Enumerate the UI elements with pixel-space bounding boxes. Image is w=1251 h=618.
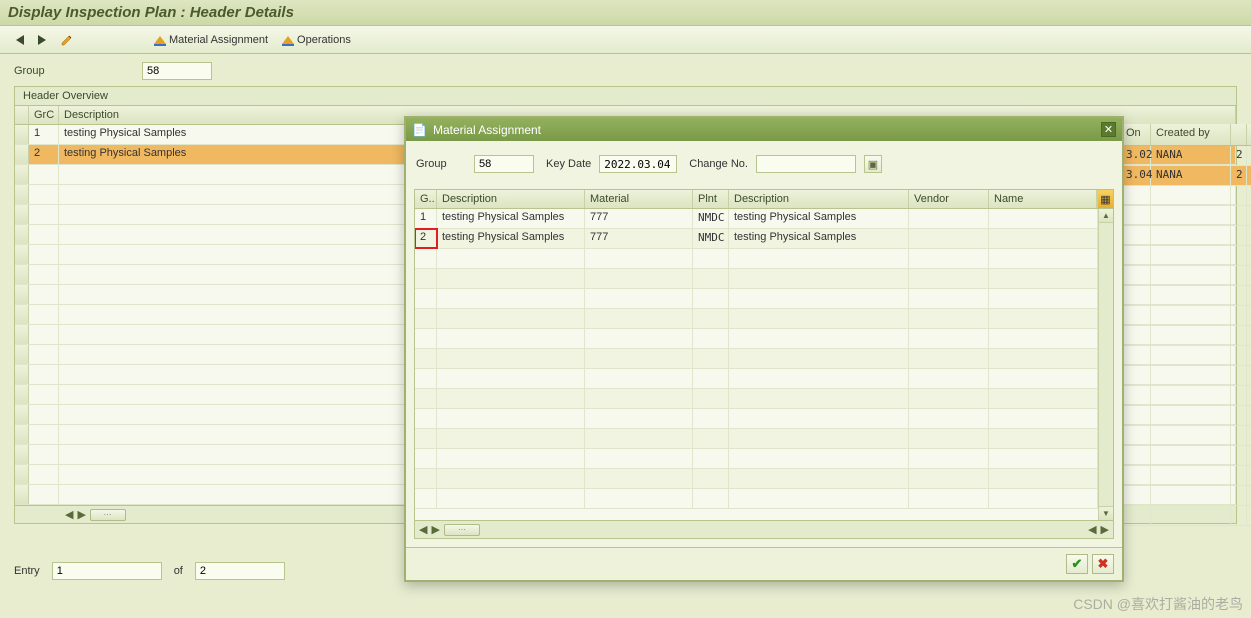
dlg-change-label: Change No. (689, 158, 748, 170)
scroll-up-icon[interactable]: ▲ (1099, 209, 1113, 223)
dlg-keydate-label: Key Date (546, 158, 591, 170)
material-assignment-dialog: 📄 Material Assignment ✕ Group Key Date C… (404, 116, 1124, 582)
watermark: CSDN @喜欢打酱油的老鸟 (1073, 594, 1243, 614)
dcol-material[interactable]: Material (585, 190, 693, 208)
col-grc[interactable]: GrC (29, 106, 59, 124)
scroll-left-icon[interactable]: ◀ (65, 508, 73, 521)
dlg-scroll-right-icon[interactable]: ▶ (431, 523, 439, 536)
material-assignment-button[interactable]: Material Assignment (150, 32, 272, 48)
dlg-scroll-left2-icon[interactable]: ◀ (1088, 523, 1096, 536)
operations-label: Operations (297, 34, 351, 46)
next-button[interactable] (34, 33, 50, 47)
dlg-change-input[interactable] (756, 155, 856, 173)
dialog-v-scrollbar[interactable]: ▲ ▼ (1098, 209, 1113, 520)
group-label: Group (14, 65, 134, 77)
edit-button[interactable] (56, 31, 78, 49)
dialog-table-row[interactable] (415, 289, 1113, 309)
dialog-cancel-button[interactable]: ✖ (1092, 554, 1114, 574)
scroll-down-icon[interactable]: ▼ (1099, 506, 1113, 520)
pencil-icon (60, 33, 74, 47)
material-assignment-icon (154, 36, 166, 44)
dialog-table-row[interactable] (415, 449, 1113, 469)
dialog-ok-button[interactable]: ✔ (1066, 554, 1088, 574)
entry-to-input[interactable] (195, 562, 285, 580)
dialog-grid: G.. Description Material Plnt Descriptio… (414, 189, 1114, 539)
entry-label: Entry (14, 565, 40, 577)
operations-icon (282, 36, 294, 44)
dcol-desc[interactable]: Description (437, 190, 585, 208)
dlg-keydate-input[interactable] (599, 155, 677, 173)
dialog-table-row[interactable] (415, 249, 1113, 269)
dialog-table-row[interactable]: 1testing Physical Samples777NMDCtesting … (415, 209, 1113, 229)
dialog-title-text: Material Assignment (433, 123, 541, 137)
entry-from-input[interactable] (52, 562, 162, 580)
dialog-table-row[interactable] (415, 389, 1113, 409)
dialog-titlebar[interactable]: 📄 Material Assignment ✕ (406, 118, 1122, 141)
dlg-group-label: Group (416, 158, 466, 170)
operations-button[interactable]: Operations (278, 32, 355, 48)
triangle-right-icon (38, 35, 46, 45)
dialog-table-row[interactable]: 2testing Physical Samples777NMDCtesting … (415, 229, 1113, 249)
dialog-table-row[interactable] (415, 489, 1113, 509)
dlg-scroll-right2-icon[interactable]: ▶ (1101, 523, 1109, 536)
dialog-table-row[interactable] (415, 369, 1113, 389)
material-assignment-label: Material Assignment (169, 34, 268, 46)
dialog-h-scrollbar[interactable]: ◀ ▶ ⋯ ◀ ▶ (415, 520, 1113, 538)
dialog-close-button[interactable]: ✕ (1101, 122, 1116, 137)
dcol-g[interactable]: G.. (415, 190, 437, 208)
dlg-scroll-left-icon[interactable]: ◀ (419, 523, 427, 536)
col-on[interactable]: On (1121, 124, 1151, 145)
dialog-table-row[interactable] (415, 429, 1113, 449)
dialog-table-row[interactable] (415, 329, 1113, 349)
dcol-vendor[interactable]: Vendor (909, 190, 989, 208)
dlg-group-input[interactable] (474, 155, 534, 173)
toolbar: Material Assignment Operations (0, 26, 1251, 54)
dialog-table-row[interactable] (415, 469, 1113, 489)
prev-button[interactable] (12, 33, 28, 47)
configure-columns-button[interactable]: ▦ (1097, 190, 1113, 208)
dcol-plnt[interactable]: Plnt (693, 190, 729, 208)
dialog-table-row[interactable] (415, 349, 1113, 369)
scroll-right-icon[interactable]: ▶ (77, 508, 85, 521)
dialog-table-row[interactable] (415, 409, 1113, 429)
col-created-by[interactable]: Created by (1151, 124, 1231, 145)
triangle-left-icon (16, 35, 24, 45)
group-input[interactable] (142, 62, 212, 80)
dcol-desc2[interactable]: Description (729, 190, 909, 208)
dialog-table-row[interactable] (415, 269, 1113, 289)
bg-right-columns: On Created by 3.02NANA23.04NANA2 (1121, 124, 1251, 526)
entry-of-label: of (174, 565, 183, 577)
panel-title: Header Overview (15, 87, 1236, 106)
dialog-title-icon: 📄 (412, 123, 427, 137)
dlg-scroll-thumb[interactable]: ⋯ (444, 524, 480, 536)
scroll-thumb[interactable]: ⋯ (90, 509, 126, 521)
dcol-name[interactable]: Name (989, 190, 1097, 208)
change-lookup-button[interactable]: ▣ (864, 155, 882, 173)
dialog-table-row[interactable] (415, 309, 1113, 329)
page-title: Display Inspection Plan : Header Details (0, 0, 1251, 26)
